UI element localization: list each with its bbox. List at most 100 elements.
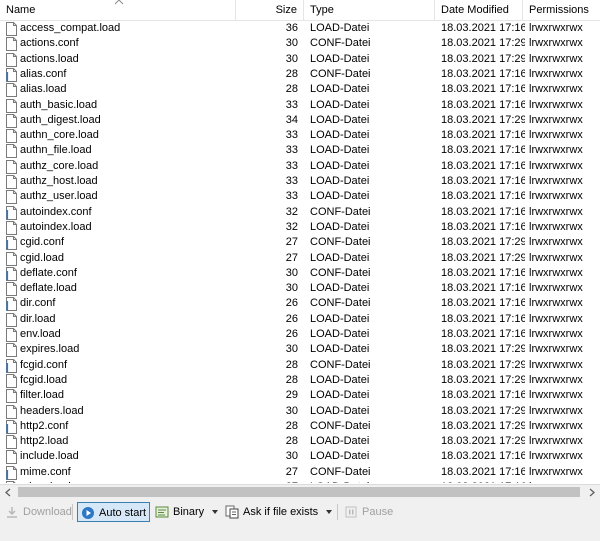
file-size: 27 [285,236,298,249]
file-size: 30 [285,282,298,295]
file-row[interactable]: env.load 26 LOAD-Datei 18.03.2021 17:16 lrwx… [0,327,600,342]
file-icon [6,404,17,419]
file-date-modified: 18.03.2021 17:16 [441,465,525,478]
file-type: LOAD-Datei [310,22,370,34]
file-type: CONF-Datei [310,419,371,432]
file-permissions: lrwxrwxrwx [529,129,583,142]
file-row[interactable]: fcgid.conf 28 CONF-Datei 18.03.2021 17:29 lr… [0,358,600,373]
file-permissions: lrwxrwxrwx [529,389,583,402]
file-size: 33 [285,159,298,172]
file-row[interactable]: mime.load 27 LOAD-Datei 18.03.2021 17:16 lrw… [0,480,600,483]
file-date-modified: 18.03.2021 17:16 [441,205,525,218]
file-row[interactable]: deflate.load 30 LOAD-Datei 18.03.2021 17:16… [0,281,600,297]
file-row[interactable]: deflate.conf 30 CONF-Datei 18.03.2021 17:16… [0,266,600,281]
toolbar-separator [72,504,73,520]
auto-start-toggle[interactable]: Auto start [77,502,150,522]
file-row[interactable]: expires.load 30 LOAD-Datei 18.03.2021 17:29… [0,342,600,358]
file-icon [6,343,17,358]
file-date-modified: 18.03.2021 17:16 [441,190,525,203]
file-permissions: lrwxrwxrwx [529,251,583,264]
column-header-permissions[interactable]: Permissions [523,0,600,20]
scroll-right-arrow-icon[interactable] [583,485,600,500]
file-row[interactable]: autoindex.conf 32 CONF-Datei 18.03.2021 17:… [0,205,600,220]
file-name: env.load [20,328,61,340]
file-date-modified: 18.03.2021 17:16 [441,83,525,96]
file-row[interactable]: auth_basic.load 33 LOAD-Datei 18.03.2021 17… [0,98,600,113]
file-list[interactable]: access_compat.load 36 LOAD-Datei 18.03.2021… [0,21,600,483]
file-row[interactable]: actions.load 30 LOAD-Datei 18.03.2021 17:29… [0,52,600,67]
file-row[interactable]: autoindex.load 32 LOAD-Datei 18.03.2021 17:… [0,220,600,235]
scroll-left-arrow-icon[interactable] [0,485,17,500]
pause-button[interactable]: Pause [341,502,393,522]
ask-if-file-exists-dropdown-arrow-icon[interactable] [326,510,332,514]
horizontal-scrollbar[interactable] [0,484,600,500]
file-row[interactable]: cgid.load 27 LOAD-Datei 18.03.2021 17:29 lrw… [0,251,600,266]
file-row[interactable]: http2.load 28 LOAD-Datei 18.03.2021 17:29 lr… [0,434,600,450]
file-date-modified: 18.03.2021 17:16 [441,389,525,402]
file-name: autoindex.conf [20,205,92,218]
file-size: 32 [285,205,298,218]
file-icon [6,144,17,159]
file-size: 26 [285,312,298,325]
file-date-modified: 18.03.2021 17:16 [441,144,525,157]
file-row[interactable]: include.load 30 LOAD-Datei 18.03.2021 17:16… [0,449,600,465]
file-permissions: lrwxrwxrwx [529,22,583,34]
file-type: CONF-Datei [310,37,371,50]
file-row[interactable]: alias.load 28 LOAD-Datei 18.03.2021 17:16 lr… [0,82,600,98]
file-name: dir.load [20,312,56,325]
file-permissions: lrwxrwxrwx [529,312,583,325]
file-icon [6,22,17,36]
ask-if-file-exists-button[interactable]: Ask if file exists [222,502,326,522]
file-row[interactable]: authz_host.load 33 LOAD-Datei 18.03.2021 17… [0,174,600,189]
binary-mode-button[interactable]: Binary [152,502,210,522]
file-date-modified: 18.03.2021 17:16 [441,282,525,295]
file-icon [6,113,17,128]
file-permissions: lrwxrwxrwx [529,480,600,483]
file-permissions: lrwxrwxrwx [529,98,583,111]
file-permissions: lrwxrwxrwx [529,373,583,386]
file-permissions: lrwxrwxrwx [529,236,583,249]
file-size: 27 [285,251,298,264]
file-type: LOAD-Datei [310,251,370,264]
file-icon [6,282,17,297]
file-row[interactable]: headers.load 30 LOAD-Datei 18.03.2021 17:29… [0,404,600,419]
file-size: 30 [285,37,298,50]
file-size: 33 [285,175,298,187]
file-row[interactable]: authz_user.load 33 LOAD-Datei 18.03.2021 17… [0,189,600,205]
file-row[interactable]: authn_file.load 33 LOAD-Datei 18.03.2021 17… [0,143,600,159]
file-row[interactable]: authz_core.load 33 LOAD-Datei 18.03.2021 17… [0,159,600,174]
file-row[interactable]: mime.conf 27 CONF-Datei 18.03.2021 17:16 lrw… [0,465,600,480]
file-type: CONF-Datei [310,67,371,80]
file-date-modified: 18.03.2021 17:16 [441,266,525,279]
file-type: CONF-Datei [310,297,371,310]
file-permissions: lrwxrwxrwx [529,465,583,478]
download-button[interactable]: Download [2,502,72,522]
file-name: http2.conf [20,419,69,432]
file-row[interactable]: authn_core.load 33 LOAD-Datei 18.03.2021 17… [0,128,600,144]
file-icon [6,251,17,266]
file-row[interactable]: cgid.conf 27 CONF-Datei 18.03.2021 17:29 lrw… [0,235,600,251]
column-header-size[interactable]: Size [236,0,304,20]
column-header-date-modified[interactable]: Date Modified [435,0,523,20]
file-date-modified: 18.03.2021 17:29 [441,419,525,432]
file-row[interactable]: http2.conf 28 CONF-Datei 18.03.2021 17:29 lr… [0,419,600,434]
binary-mode-dropdown-arrow-icon[interactable] [212,510,218,514]
file-date-modified: 18.03.2021 17:29 [441,37,525,50]
file-row[interactable]: dir.conf 26 CONF-Datei 18.03.2021 17:16 lrwx… [0,296,600,312]
file-type: LOAD-Datei [310,83,370,96]
column-header-type[interactable]: Type [304,0,435,20]
file-name: authn_core.load [20,129,99,142]
file-row[interactable]: access_compat.load 36 LOAD-Datei 18.03.2021… [0,21,600,36]
file-row[interactable]: dir.load 26 LOAD-Datei 18.03.2021 17:16 lrwx… [0,312,600,327]
file-row[interactable]: alias.conf 28 CONF-Datei 18.03.2021 17:16 lr… [0,67,600,82]
scrollbar-thumb[interactable] [18,487,580,497]
file-row[interactable]: filter.load 29 LOAD-Datei 18.03.2021 17:16 l… [0,388,600,404]
file-row[interactable]: actions.conf 30 CONF-Datei 18.03.2021 17:29… [0,36,600,52]
file-row[interactable]: auth_digest.load 34 LOAD-Datei 18.03.2021 1… [0,113,600,128]
file-type: LOAD-Datei [310,190,370,203]
file-size: 33 [285,144,298,157]
file-size: 28 [285,358,298,371]
file-type: LOAD-Datei [310,175,370,187]
file-row[interactable]: fcgid.load 28 LOAD-Datei 18.03.2021 17:29 lr… [0,373,600,388]
file-size: 30 [285,450,298,463]
